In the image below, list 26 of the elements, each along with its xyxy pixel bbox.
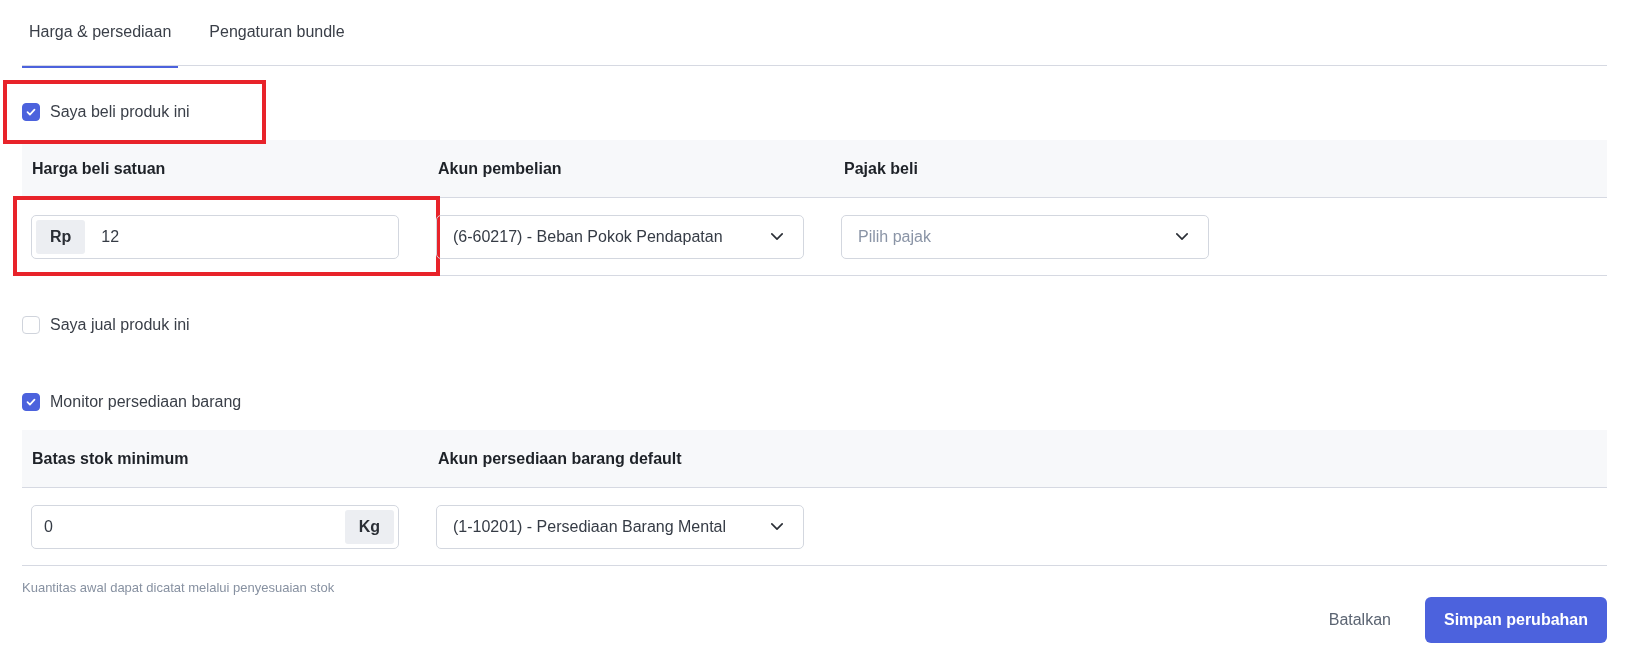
unit-label: Kg: [344, 509, 394, 544]
tab[interactable]: Pengaturan bundle: [202, 0, 352, 68]
column-header: Pajak beli: [843, 159, 919, 178]
checkbox-label: Saya beli produk ini: [50, 103, 190, 121]
check-icon: [25, 396, 37, 408]
checkbox-label: Saya jual produk ini: [50, 316, 190, 334]
checkbox[interactable]: [22, 103, 40, 121]
column-header: Batas stok minimum: [31, 449, 190, 468]
input-field[interactable]: 0 Kg: [31, 504, 399, 549]
column-header: Akun pembelian: [437, 159, 563, 178]
input-field[interactable]: Rp 12: [31, 214, 399, 259]
column-header: Akun persediaan barang default: [437, 449, 683, 468]
chevron-down-icon: [771, 523, 783, 530]
dropdown[interactable]: (1-10201) - Persediaan Barang Mental: [436, 504, 804, 549]
checkbox[interactable]: [22, 393, 40, 411]
dropdown[interactable]: (6-60217) - Beban Pokok Pendapatan: [436, 214, 804, 259]
save-button[interactable]: Simpan perubahan: [1424, 597, 1607, 643]
check-icon: [25, 106, 37, 118]
tab[interactable]: Harga & persediaan: [22, 0, 179, 68]
column-header: Harga beli satuan: [31, 159, 167, 178]
checkbox-label: Monitor persediaan barang: [50, 393, 242, 411]
chevron-down-icon: [1176, 233, 1188, 240]
cancel-button[interactable]: Batalkan: [1322, 610, 1397, 630]
chevron-down-icon: [771, 233, 783, 240]
unit-label: Rp: [36, 219, 86, 254]
hint-text: Kuantitas awal dapat dicatat melalui penyesuaian stok: [22, 580, 336, 595]
